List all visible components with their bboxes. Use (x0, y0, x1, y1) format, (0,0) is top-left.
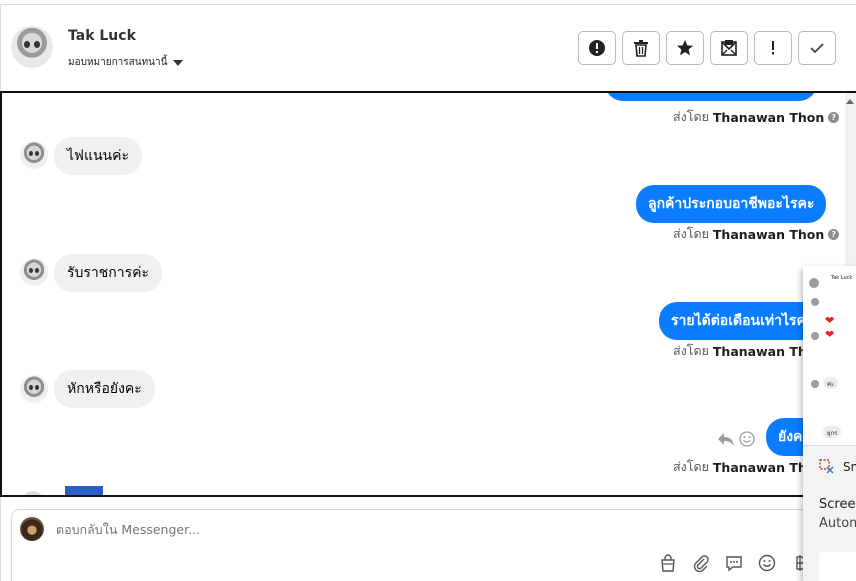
saved-replies-button[interactable] (722, 551, 745, 574)
star-button[interactable] (666, 31, 704, 65)
star-icon (677, 40, 693, 56)
sender-avatar-partial (22, 491, 44, 495)
page-avatar (20, 517, 44, 541)
contact-avatar[interactable] (11, 26, 53, 68)
heart-reaction-icon: ❤ (825, 314, 835, 327)
shopping-bag-icon (660, 553, 675, 572)
mark-done-button[interactable] (798, 31, 836, 65)
chat-bubble-icon (725, 555, 742, 571)
message-bubble-incoming[interactable]: หักหรือยังคะ (54, 370, 155, 408)
sender-avatar (20, 375, 48, 403)
reply-input[interactable] (56, 522, 356, 537)
delete-button[interactable] (622, 31, 660, 65)
notification-action-card[interactable] (819, 552, 856, 581)
mini-avatar (811, 380, 819, 388)
mini-message-bubble: ยุกร (823, 426, 842, 438)
mini-avatar (809, 278, 819, 288)
image-attachment-partial[interactable] (65, 486, 103, 495)
assign-conversation-dropdown[interactable]: มอบหมายการสนทนานี้ (68, 55, 184, 70)
notification-body: Autom (819, 516, 856, 531)
mini-avatar (811, 332, 819, 340)
alert-circle-icon (589, 40, 605, 56)
message-bubble-outgoing[interactable]: รายได้ต่อเดือนเท่าไรคะ (659, 302, 826, 340)
help-icon[interactable]: ? (828, 228, 840, 240)
top-divider (0, 4, 856, 5)
inbox-conversation-view: Tak Luck มอบหมายการสนทนานี้ ส่งโดย Thana… (0, 0, 856, 581)
message-bubble-outgoing[interactable]: ลูกค้าประกอบอาชีพอะไรคะ (636, 185, 827, 223)
trash-icon (634, 40, 648, 57)
composer-toolbar (656, 551, 811, 574)
screenshot-thumbnail[interactable]: Tak Luck ❤ ❤ ค่ะ ยุกร (803, 266, 856, 446)
notification-title: Screer (819, 497, 856, 512)
smiley-icon (758, 554, 775, 571)
mini-avatar (811, 298, 819, 306)
caret-down-icon (173, 59, 184, 66)
heart-reaction-icon: ❤ (825, 328, 835, 341)
sent-by-label: ส่งโดย Thanawan Thon? (673, 224, 840, 244)
mini-message-bubble: ค่ะ (823, 377, 839, 389)
contact-name[interactable]: Tak Luck (68, 28, 136, 44)
message-bubble-outgoing-partial (605, 93, 817, 101)
help-icon[interactable]: ? (828, 111, 840, 123)
mark-unread-button[interactable] (710, 31, 748, 65)
paperclip-icon (693, 554, 709, 572)
report-spam-button[interactable] (578, 31, 616, 65)
floating-notification-window[interactable]: Tak Luck ❤ ❤ ค่ะ ยุกร Sn Screer Autom (803, 266, 856, 581)
snip-app-label: Sn (843, 460, 856, 474)
sender-avatar (20, 258, 48, 286)
conversation-actions (578, 31, 836, 65)
message-bubble-incoming[interactable]: ไฟแนนค่ะ (54, 137, 143, 175)
sender-avatar (20, 141, 48, 169)
emoji-button[interactable] (755, 551, 778, 574)
snipping-tool-icon (819, 459, 834, 474)
mini-contact-name: Tak Luck (831, 275, 853, 281)
scroll-up-arrow-icon[interactable] (846, 99, 854, 104)
react-emoji-icon[interactable] (739, 431, 755, 447)
check-icon (810, 43, 824, 54)
message-thread[interactable]: ส่งโดย Thanawan Thon? ไฟแนนค่ะ ลูกค้าประก… (0, 91, 856, 497)
sent-by-label: ส่งโดย Thanawan Thon (673, 343, 825, 359)
sent-by-label: ส่งโดย Thanawan Thon (673, 459, 825, 475)
reply-icon[interactable] (717, 431, 735, 447)
assign-label: มอบหมายการสนทนานี้ (68, 57, 168, 68)
attach-button[interactable] (689, 551, 712, 574)
follow-up-button[interactable] (754, 31, 792, 65)
sent-by-label: ส่งโดย Thanawan Thon? (673, 107, 840, 127)
shop-button[interactable] (656, 551, 679, 574)
message-bubble-incoming[interactable]: รับราชการค่ะ (54, 254, 163, 292)
exclamation-icon (772, 41, 774, 55)
envelope-icon (721, 40, 737, 56)
